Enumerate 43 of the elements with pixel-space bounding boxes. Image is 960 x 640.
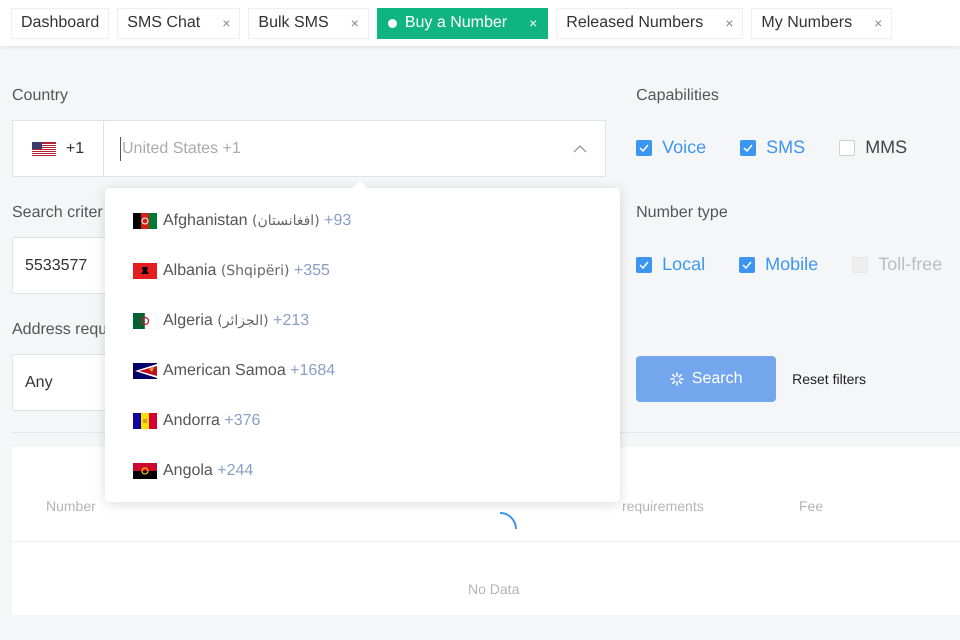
checkmark-icon (639, 144, 650, 152)
flag-icon (133, 313, 157, 329)
checkbox-box[interactable] (839, 140, 856, 156)
checkbox-box[interactable] (739, 256, 756, 272)
column-header: requirements (622, 496, 704, 516)
reset-filters-button[interactable]: Reset filters (790, 368, 868, 390)
country-option[interactable]: American Samoa +1684 (105, 346, 620, 396)
country-option[interactable]: Angola +244 (105, 446, 620, 496)
checkbox-box[interactable] (636, 256, 652, 272)
checkmark-icon (742, 260, 752, 268)
close-icon[interactable]: × (874, 12, 882, 34)
group-label: Number type (636, 203, 729, 223)
checkbox-box[interactable] (740, 140, 756, 156)
loading-icon (670, 372, 684, 386)
checkmark-icon (639, 260, 650, 268)
country-option[interactable]: Andorra +376 (105, 396, 620, 446)
tab[interactable]: My Numbers × (751, 8, 892, 38)
country-select[interactable]: +1 United States +1 (12, 120, 606, 177)
checkbox[interactable]: MMS (839, 134, 908, 161)
group-label: Capabilities (636, 86, 720, 106)
tab[interactable]: Bulk SMS × (248, 8, 369, 38)
tab[interactable]: Dashboard (11, 8, 110, 38)
flag-icon (32, 142, 56, 156)
flag-icon (133, 363, 157, 379)
tab[interactable]: Released Numbers × (556, 8, 744, 38)
country-search-input[interactable]: United States +1 (120, 136, 574, 160)
checkmark-icon (743, 144, 754, 152)
column-header: Number (46, 496, 96, 516)
close-icon[interactable]: × (725, 12, 734, 34)
field-label: Country (12, 86, 68, 106)
empty-text: No Data (468, 580, 520, 599)
flag-icon (133, 263, 157, 279)
country-option[interactable]: Albania (Shqipëri) +355 (105, 246, 620, 296)
close-icon[interactable]: × (350, 12, 359, 34)
checkbox-box[interactable] (636, 140, 652, 156)
flag-icon (133, 463, 157, 479)
dial-code-selector[interactable]: +1 (13, 121, 104, 176)
close-icon[interactable]: × (222, 12, 230, 34)
column-header: Fee (799, 496, 824, 516)
field-label: Search criter (12, 203, 103, 223)
flag-icon (133, 413, 157, 429)
tab[interactable]: SMS Chat × (117, 8, 240, 38)
flag-icon (133, 213, 157, 229)
